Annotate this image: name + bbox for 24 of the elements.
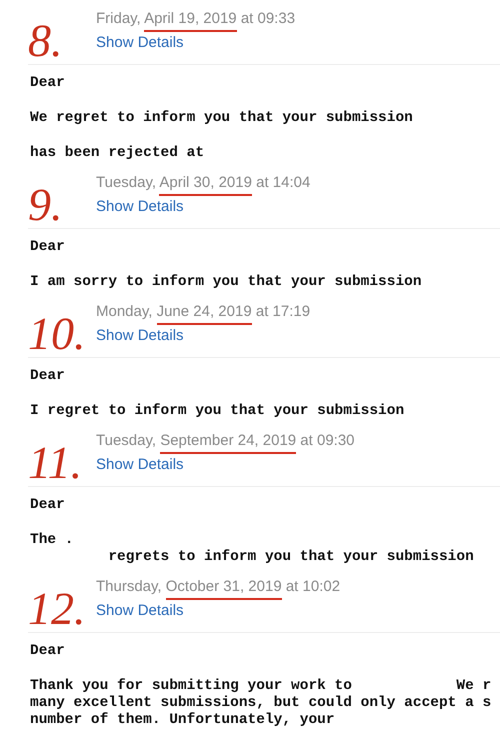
email-text: We regret to inform you that your submission xyxy=(30,110,414,127)
email-text: I regret to inform you that your submission xyxy=(30,403,406,420)
email-text: Thank you for submitting your work to We r xyxy=(30,678,492,695)
handwritten-number: 8. xyxy=(28,14,64,68)
email-text: Dear xyxy=(30,368,66,385)
show-details-link[interactable]: Show Details xyxy=(96,327,184,345)
email-text: Dear xyxy=(30,497,66,514)
show-details-link[interactable]: Show Details xyxy=(96,456,184,474)
show-details-link[interactable]: Show Details xyxy=(96,34,184,52)
email-text: The . xyxy=(30,532,75,549)
show-details-link[interactable]: Show Details xyxy=(96,602,184,620)
email-text: regrets to inform you that your submission xyxy=(107,549,475,566)
show-details-link[interactable]: Show Details xyxy=(96,198,184,216)
handwritten-number: 10. xyxy=(28,307,86,361)
handwritten-number: 12. xyxy=(28,582,86,636)
email-text: number of them. Unfortunately, your xyxy=(30,712,336,729)
handwritten-number: 11. xyxy=(28,436,84,490)
handwritten-number: 9. xyxy=(28,178,64,232)
email-text: has been rejected at xyxy=(30,145,206,162)
email-text: Dear xyxy=(30,643,66,660)
email-text: Dear xyxy=(30,75,66,92)
email-text: I am sorry to inform you that your submission xyxy=(30,274,423,291)
email-text: many excellent submissions, but could only accept a s xyxy=(30,695,492,712)
email-text: Dear xyxy=(30,239,66,256)
